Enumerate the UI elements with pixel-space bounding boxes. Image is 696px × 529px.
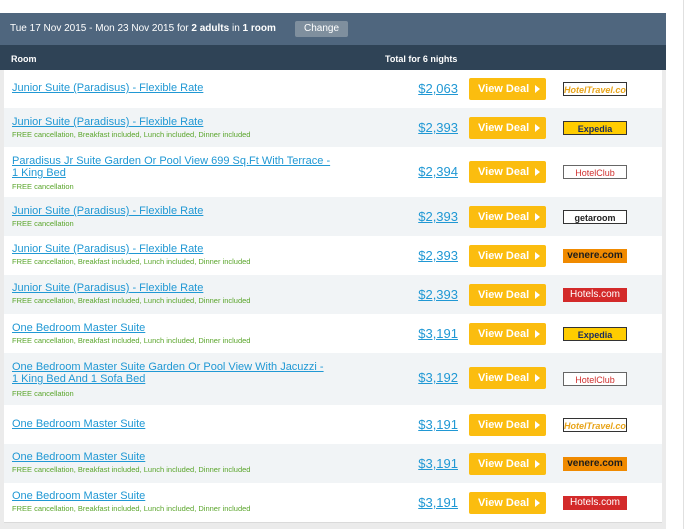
view-deal-button[interactable]: View Deal xyxy=(469,453,546,475)
room-features: FREE cancellation xyxy=(12,389,74,398)
deal-row: One Bedroom Master Suite FREE cancellatio… xyxy=(4,444,662,484)
arrow-right-icon xyxy=(535,460,540,468)
arrow-right-icon xyxy=(535,291,540,299)
column-total: Total for 6 nights xyxy=(385,54,458,64)
total-price-link[interactable]: $2,393 xyxy=(390,120,458,135)
view-deal-label: View Deal xyxy=(478,289,530,301)
deal-row: Paradisus Jr Suite Garden Or Pool View 6… xyxy=(4,147,662,198)
total-price-link[interactable]: $2,394 xyxy=(390,164,458,179)
room-features: FREE cancellation, Breakfast included, L… xyxy=(12,130,251,139)
view-deal-label: View Deal xyxy=(478,328,530,340)
provider-logo-expedia[interactable]: Expedia xyxy=(563,121,627,135)
view-deal-label: View Deal xyxy=(478,166,530,178)
search-summary-bar: Tue 17 Nov 2015 - Mon 23 Nov 2015 for 2 … xyxy=(0,13,666,45)
view-deal-button[interactable]: View Deal xyxy=(469,161,546,183)
arrow-right-icon xyxy=(535,124,540,132)
column-room: Room xyxy=(11,54,37,64)
view-deal-label: View Deal xyxy=(478,122,530,134)
room-name-link[interactable]: One Bedroom Master Suite Garden Or Pool … xyxy=(12,361,332,385)
arrow-right-icon xyxy=(535,168,540,176)
view-deal-label: View Deal xyxy=(478,211,530,223)
view-deal-button[interactable]: View Deal xyxy=(469,323,546,345)
arrow-right-icon xyxy=(535,330,540,338)
view-deal-button[interactable]: View Deal xyxy=(469,117,546,139)
search-summary: Tue 17 Nov 2015 - Mon 23 Nov 2015 for 2 … xyxy=(10,23,276,34)
deal-row: One Bedroom Master Suite FREE cancellatio… xyxy=(4,483,662,523)
room-name-link[interactable]: Junior Suite (Paradisus) - Flexible Rate xyxy=(12,116,332,128)
adults-count: 2 adults xyxy=(191,23,230,34)
room-name-link[interactable]: One Bedroom Master Suite xyxy=(12,451,332,463)
provider-logo-hotelclub[interactable]: HotelClub xyxy=(563,165,627,179)
total-price-link[interactable]: $3,191 xyxy=(390,326,458,341)
provider-logo-expedia[interactable]: Expedia xyxy=(563,327,627,341)
provider-logo-hotelclub[interactable]: HotelClub xyxy=(563,372,627,386)
provider-logo-hotels[interactable]: Hotels.com xyxy=(563,288,627,302)
room-features: FREE cancellation, Breakfast included, L… xyxy=(12,336,251,345)
column-header: Room Total for 6 nights xyxy=(0,45,666,70)
rooms-count: 1 room xyxy=(242,23,276,34)
room-name-link[interactable]: One Bedroom Master Suite xyxy=(12,418,332,430)
change-search-button[interactable]: Change xyxy=(295,21,348,37)
total-price-link[interactable]: $3,191 xyxy=(390,456,458,471)
arrow-right-icon xyxy=(535,374,540,382)
view-deal-button[interactable]: View Deal xyxy=(469,492,546,514)
view-deal-button[interactable]: View Deal xyxy=(469,284,546,306)
room-name-link[interactable]: Junior Suite (Paradisus) - Flexible Rate xyxy=(12,82,332,94)
arrow-right-icon xyxy=(535,85,540,93)
arrow-right-icon xyxy=(535,252,540,260)
deal-row: One Bedroom Master Suite Garden Or Pool … xyxy=(4,353,662,406)
view-deal-button[interactable]: View Deal xyxy=(469,245,546,267)
view-deal-label: View Deal xyxy=(478,372,530,384)
provider-logo-hoteltravel[interactable]: HotelTravel.com xyxy=(563,82,627,96)
total-price-link[interactable]: $3,191 xyxy=(390,495,458,510)
room-features: FREE cancellation, Breakfast included, L… xyxy=(12,465,251,474)
room-features: FREE cancellation xyxy=(12,182,74,191)
deal-row: Junior Suite (Paradisus) - Flexible Rate… xyxy=(4,275,662,315)
view-deal-button[interactable]: View Deal xyxy=(469,414,546,436)
room-features: FREE cancellation, Breakfast included, L… xyxy=(12,296,251,305)
room-name-link[interactable]: Junior Suite (Paradisus) - Flexible Rate xyxy=(12,282,332,294)
view-deal-button[interactable]: View Deal xyxy=(469,367,546,389)
view-deal-label: View Deal xyxy=(478,250,530,262)
provider-logo-venere[interactable]: venere.com xyxy=(563,457,627,471)
room-features: FREE cancellation xyxy=(12,219,74,228)
total-price-link[interactable]: $2,393 xyxy=(390,209,458,224)
deal-row: Junior Suite (Paradisus) - Flexible Rate… xyxy=(4,197,662,237)
total-price-link[interactable]: $2,393 xyxy=(390,248,458,263)
arrow-right-icon xyxy=(535,213,540,221)
room-name-link[interactable]: One Bedroom Master Suite xyxy=(12,490,332,502)
arrow-right-icon xyxy=(535,499,540,507)
room-name-link[interactable]: Paradisus Jr Suite Garden Or Pool View 6… xyxy=(12,155,332,179)
view-deal-label: View Deal xyxy=(478,497,530,509)
provider-logo-hotels[interactable]: Hotels.com xyxy=(563,496,627,510)
provider-logo-getaroom[interactable]: getaroom xyxy=(563,210,627,224)
room-name-link[interactable]: Junior Suite (Paradisus) - Flexible Rate xyxy=(12,205,332,217)
total-price-link[interactable]: $2,393 xyxy=(390,287,458,302)
view-deal-label: View Deal xyxy=(478,83,530,95)
view-deal-label: View Deal xyxy=(478,458,530,470)
view-deal-label: View Deal xyxy=(478,419,530,431)
deal-row: Junior Suite (Paradisus) - Flexible Rate… xyxy=(4,236,662,276)
deal-row: Junior Suite (Paradisus) - Flexible Rate… xyxy=(4,108,662,148)
provider-logo-venere[interactable]: venere.com xyxy=(563,249,627,263)
deal-row: One Bedroom Master Suite FREE cancellatio… xyxy=(4,314,662,354)
view-deal-button[interactable]: View Deal xyxy=(469,78,546,100)
deal-row: One Bedroom Master Suite $3,191 View Deal H… xyxy=(4,405,662,445)
total-price-link[interactable]: $3,191 xyxy=(390,417,458,432)
deal-row: Junior Suite (Paradisus) - Flexible Rate… xyxy=(4,70,662,109)
total-price-link[interactable]: $2,063 xyxy=(390,81,458,96)
view-deal-button[interactable]: View Deal xyxy=(469,206,546,228)
total-price-link[interactable]: $3,192 xyxy=(390,370,458,385)
scrollbar-track[interactable] xyxy=(683,0,684,529)
room-name-link[interactable]: One Bedroom Master Suite xyxy=(12,322,332,334)
room-features: FREE cancellation, Breakfast included, L… xyxy=(12,504,251,513)
provider-logo-hoteltravel[interactable]: HotelTravel.com xyxy=(563,418,627,432)
room-name-link[interactable]: Junior Suite (Paradisus) - Flexible Rate xyxy=(12,243,332,255)
arrow-right-icon xyxy=(535,421,540,429)
room-features: FREE cancellation, Breakfast included, L… xyxy=(12,257,251,266)
